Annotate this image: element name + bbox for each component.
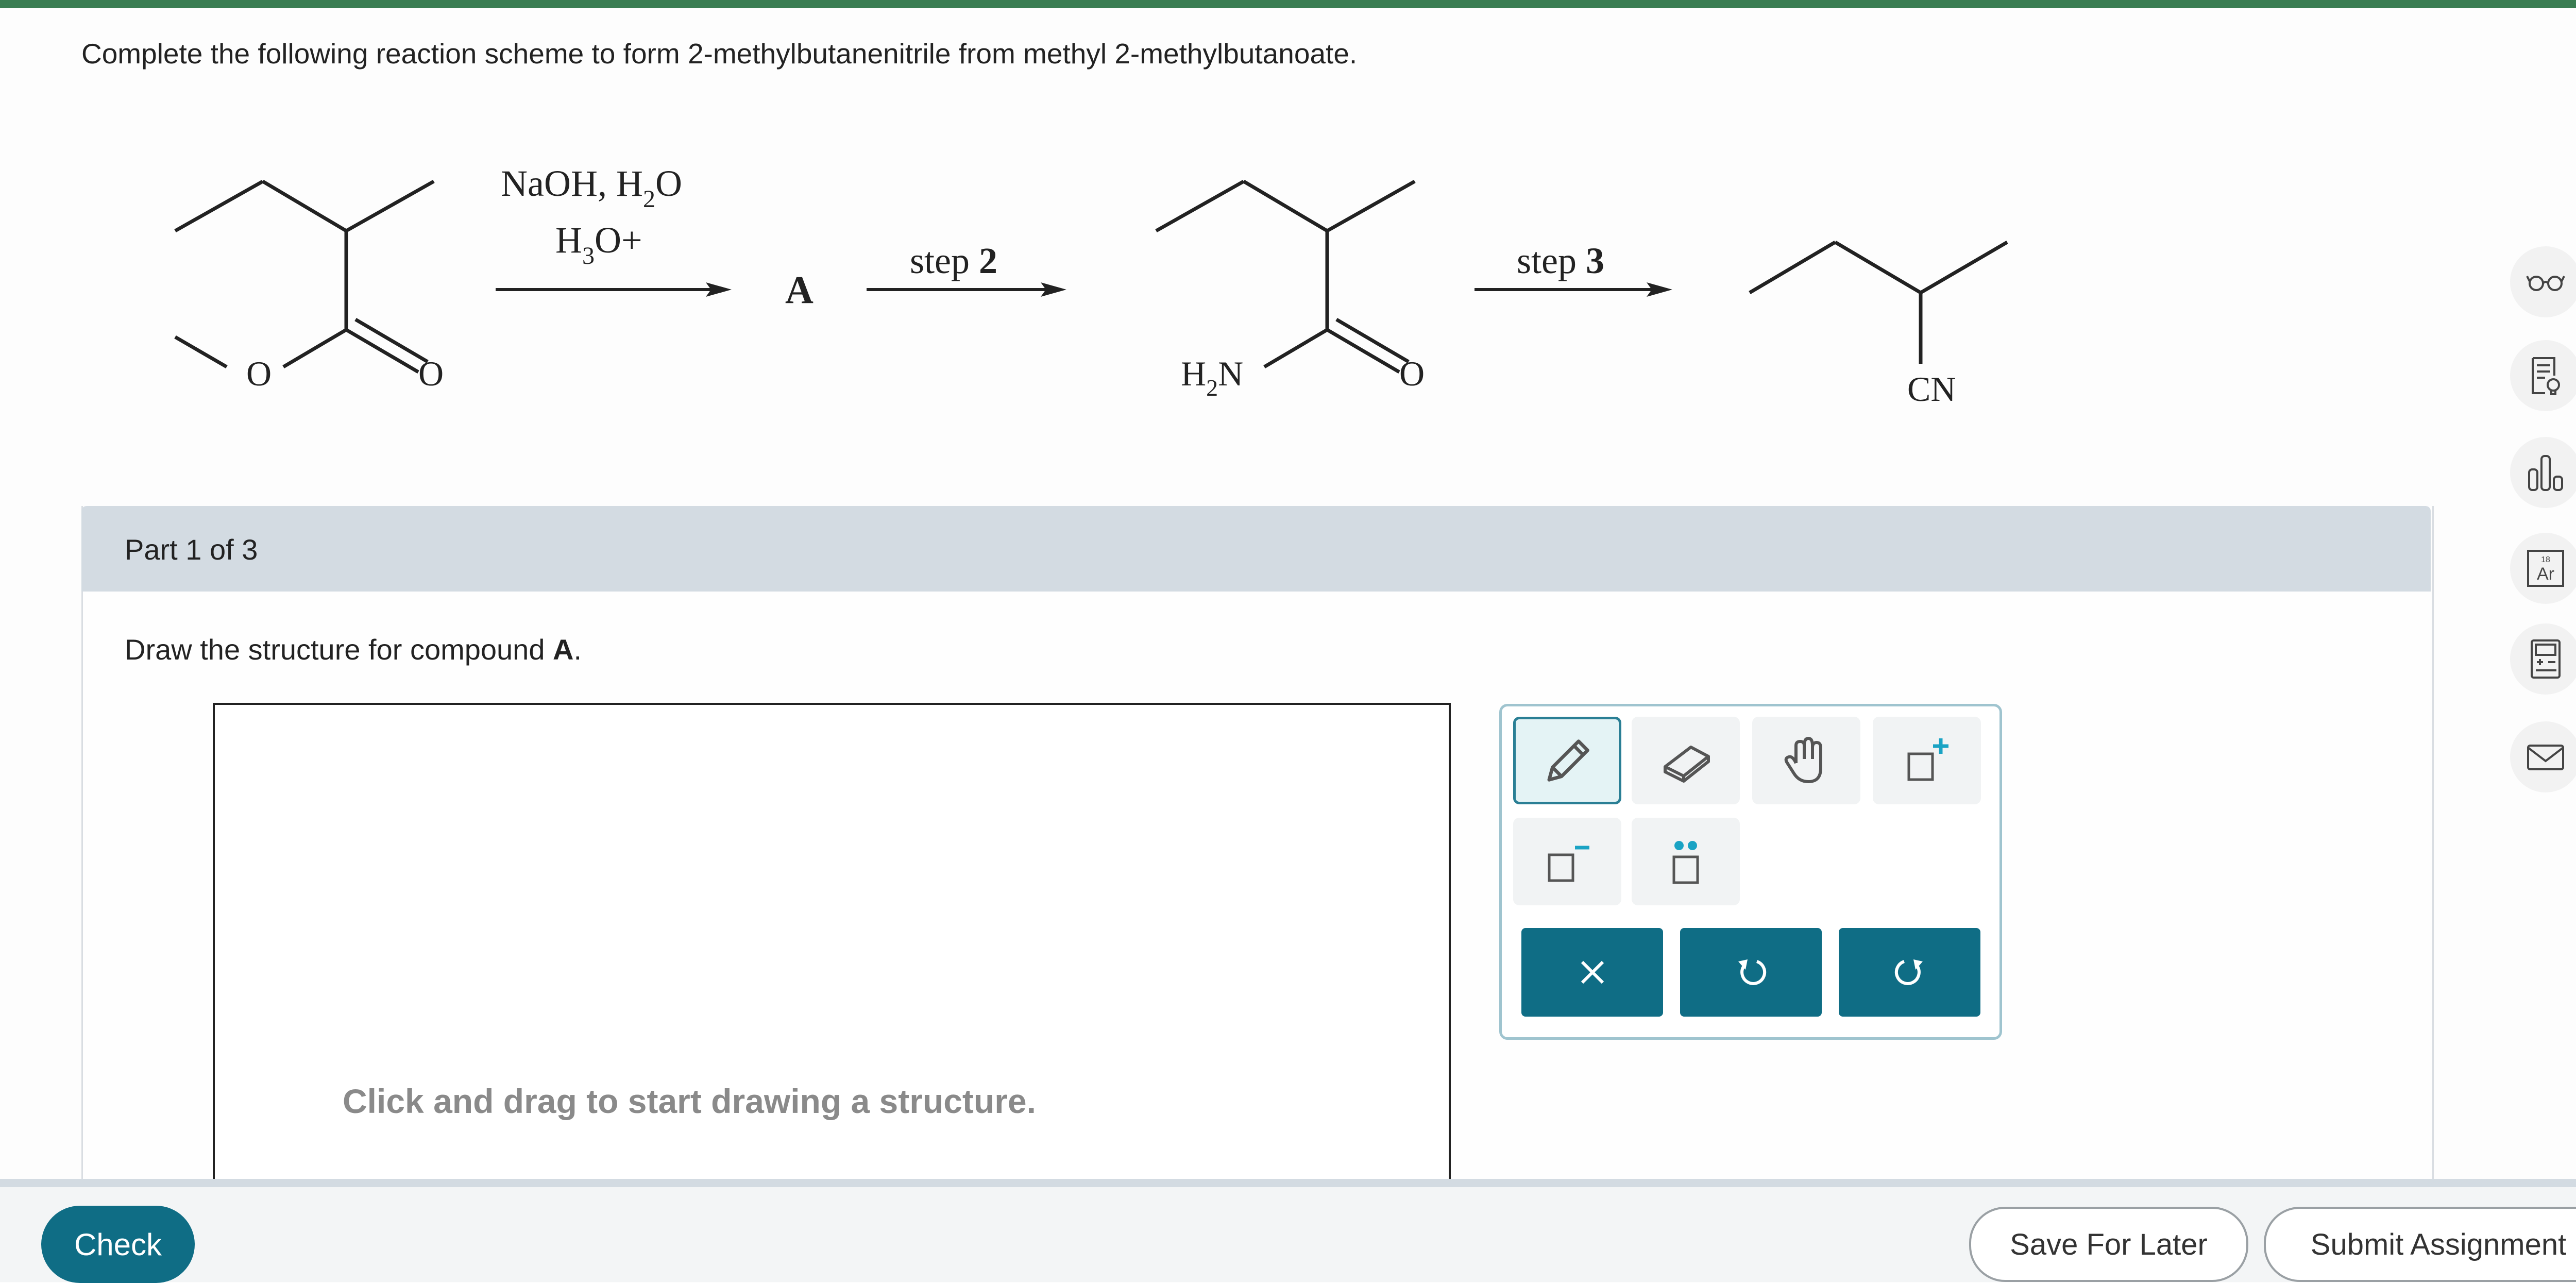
amide-nh2: H2N xyxy=(1181,354,1243,401)
glasses-icon xyxy=(2526,276,2565,291)
arrow-1 xyxy=(496,282,732,297)
arrow-2 xyxy=(867,282,1066,297)
drawing-toolbox xyxy=(1499,704,2002,1040)
submit-assignment-button[interactable]: Submit Assignment xyxy=(2264,1207,2576,1282)
reagent-line-2: H3O+ xyxy=(555,220,642,269)
ester-oxygen-1: O xyxy=(246,354,272,393)
lone-pair-icon xyxy=(1672,841,1699,884)
clear-icon xyxy=(1581,960,1604,984)
positive-charge-tool-button[interactable] xyxy=(1873,717,1981,804)
canvas-hint: Click and drag to start drawing a struct… xyxy=(343,1082,1036,1120)
redo-icon xyxy=(1894,959,1923,985)
part-prompt: Draw the structure for compound A. xyxy=(125,633,582,666)
pencil-tool-button[interactable] xyxy=(1513,717,1621,804)
question-text: Complete the following reaction scheme t… xyxy=(81,38,1358,70)
save-for-later-button[interactable]: Save For Later xyxy=(1969,1207,2248,1282)
positive-charge-icon xyxy=(1907,738,1948,781)
top-accent-bar xyxy=(0,0,2576,8)
lone-pair-tool-button[interactable] xyxy=(1632,818,1740,905)
hand-icon xyxy=(1784,737,1822,783)
notes-icon xyxy=(2532,357,2560,395)
reagent-line-1: NaOH, H2O xyxy=(501,163,682,213)
part-label: Part 1 of 3 xyxy=(125,533,258,566)
undo-button[interactable] xyxy=(1680,928,1822,1017)
message-button[interactable] xyxy=(2510,721,2576,792)
nitrile-structure xyxy=(1749,240,2008,364)
compound-a-label: A xyxy=(785,268,814,312)
compound-a-ref: A xyxy=(553,633,574,666)
drawing-canvas[interactable]: Click and drag to start drawing a struct… xyxy=(213,703,1451,1202)
undo-icon xyxy=(1738,959,1766,985)
accessibility-button[interactable] xyxy=(2510,246,2576,317)
svg-text:18: 18 xyxy=(2541,555,2550,564)
svg-text:Ar: Ar xyxy=(2537,564,2554,584)
calculator-button[interactable] xyxy=(2510,623,2576,695)
reaction-scheme: O O NaOH, H2O H3O+ A step 2 H2N O step 3 xyxy=(174,163,2008,409)
calculator-icon xyxy=(2531,639,2561,679)
amide-structure xyxy=(1155,179,1416,374)
step-3-label: step 3 xyxy=(1517,240,1604,281)
redo-button[interactable] xyxy=(1839,928,1980,1017)
step-2-label: step 2 xyxy=(910,240,997,281)
periodic-table-icon: 18 Ar xyxy=(2527,550,2564,587)
amide-oxygen: O xyxy=(1399,354,1425,393)
clear-button[interactable] xyxy=(1521,928,1663,1017)
mail-icon xyxy=(2527,745,2564,770)
negative-charge-tool-button[interactable] xyxy=(1513,818,1621,905)
ester-structure xyxy=(174,179,435,374)
pencil-icon xyxy=(1547,739,1589,782)
periodic-table-button[interactable]: 18 Ar xyxy=(2510,533,2576,604)
hand-tool-button[interactable] xyxy=(1752,717,1860,804)
check-button[interactable]: Check xyxy=(41,1206,195,1283)
arrow-3 xyxy=(1475,282,1672,297)
nitrile-group: CN xyxy=(1907,369,1956,409)
eraser-tool-button[interactable] xyxy=(1632,717,1740,804)
part-header: Part 1 of 3 xyxy=(81,506,2431,592)
negative-charge-icon xyxy=(1548,846,1589,882)
notes-button[interactable] xyxy=(2510,340,2576,411)
eraser-icon xyxy=(1664,746,1710,783)
chart-icon xyxy=(2528,455,2563,491)
chart-button[interactable] xyxy=(2510,437,2576,508)
ester-oxygen-2: O xyxy=(418,354,444,393)
